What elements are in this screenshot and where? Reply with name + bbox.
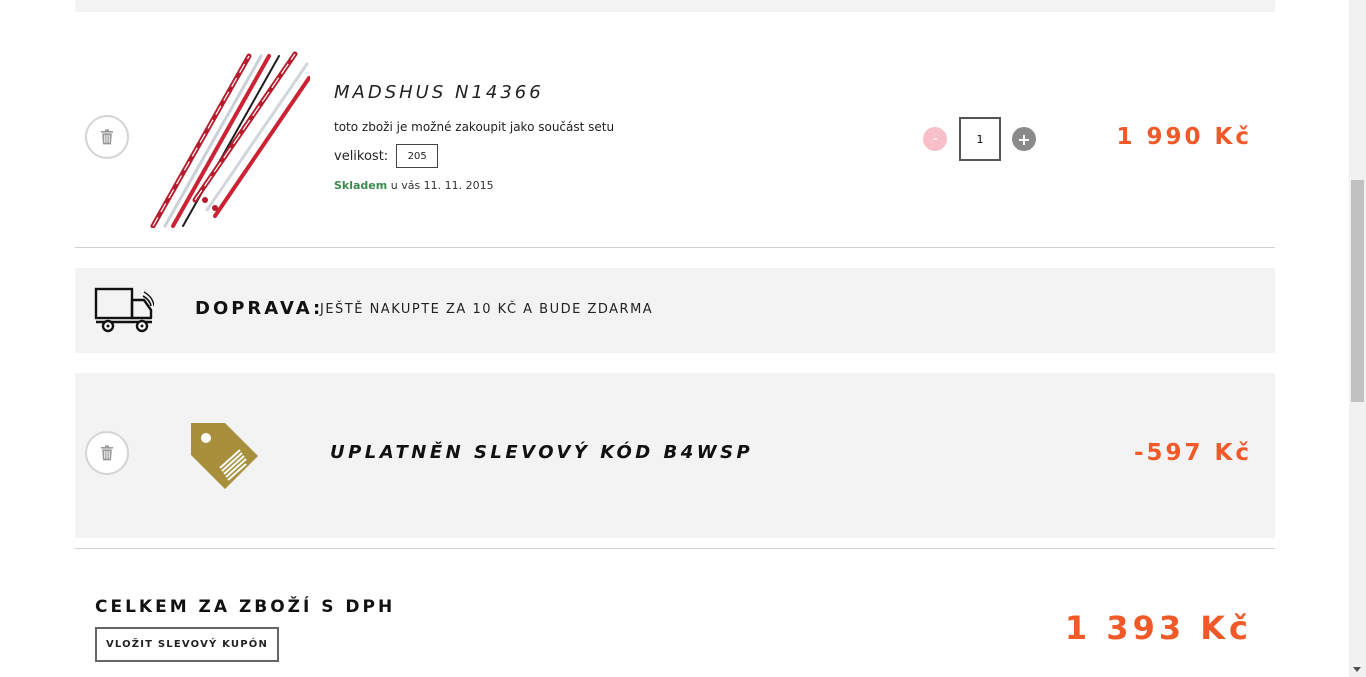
insert-coupon-button[interactable]: VLOŽIT SLEVOVÝ KUPÓN: [95, 627, 279, 662]
remove-product-button[interactable]: [85, 115, 129, 159]
shipping-label: DOPRAVA:: [195, 298, 324, 319]
total-amount: 1 393 Kč: [1064, 609, 1252, 647]
size-label: velikost:: [334, 148, 389, 164]
product-price: 1 990 Kč: [1116, 124, 1252, 150]
trash-icon: [101, 445, 113, 461]
stock-status: Skladem: [334, 179, 388, 192]
previous-row-strip: [75, 0, 1275, 12]
size-row: velikost: 205: [334, 144, 439, 168]
cart-page: MADSHUS N14366 toto zboži je možné zakou…: [0, 0, 1366, 677]
divider: [75, 247, 1275, 248]
remove-discount-button[interactable]: [85, 431, 129, 475]
divider: [75, 548, 1275, 549]
scroll-down-arrow-icon[interactable]: [1353, 667, 1361, 672]
stock-info: Skladem u vás 11. 11. 2015: [334, 179, 494, 192]
size-select[interactable]: 205: [396, 144, 439, 168]
quantity-decrease-button[interactable]: -: [923, 127, 947, 151]
trash-icon: [101, 129, 113, 145]
quantity-increase-button[interactable]: +: [1012, 127, 1036, 151]
tag-icon: [191, 423, 258, 489]
quantity-input[interactable]: [959, 117, 1001, 161]
product-name[interactable]: MADSHUS N14366: [334, 82, 544, 103]
shipping-text: JEŠTĚ NAKUPTE ZA 10 KČ A BUDE ZDARMA: [320, 302, 654, 317]
total-label: CELKEM ZA ZBOŽÍ S DPH: [95, 597, 396, 617]
discount-amount: -597 Kč: [1133, 440, 1252, 466]
discount-label: UPLATNĚN SLEVOVÝ KÓD B4WSP: [330, 442, 754, 463]
truck-icon: [94, 287, 154, 333]
stock-delivery: u vás 11. 11. 2015: [387, 179, 494, 192]
scrollbar-thumb[interactable]: [1351, 180, 1364, 402]
product-image-skis: [150, 51, 310, 228]
product-set-note: toto zboži je možné zakoupit jako součás…: [334, 120, 615, 134]
page-scrollbar[interactable]: [1349, 0, 1366, 677]
